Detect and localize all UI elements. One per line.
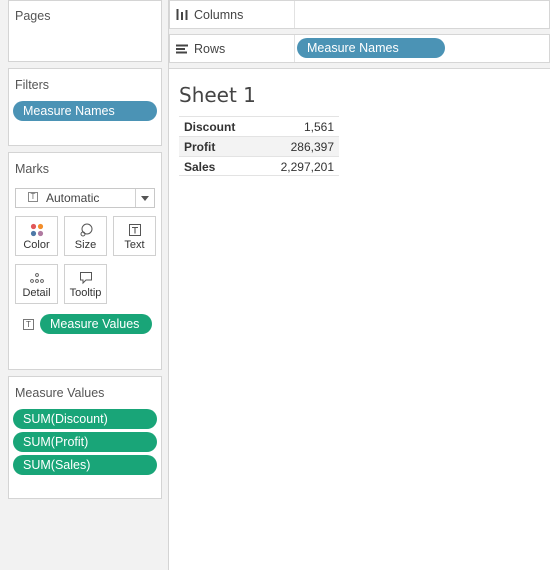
table-row[interactable]: Profit 286,397	[179, 136, 339, 156]
rows-shelf[interactable]: Rows Measure Names	[169, 34, 550, 63]
tooltip-button[interactable]: Tooltip	[64, 264, 107, 304]
measure-values-card: Measure Values SUM(Discount) SUM(Profit)…	[8, 376, 162, 499]
table-row[interactable]: Sales 2,297,201	[179, 156, 339, 176]
row-header: Sales	[184, 160, 216, 174]
filters-title: Filters	[15, 78, 50, 92]
columns-label: Columns	[194, 7, 244, 22]
measure-values-title: Measure Values	[15, 386, 105, 400]
filter-pill-measure-names[interactable]: Measure Names	[13, 101, 157, 121]
mark-type-value: Automatic	[46, 191, 100, 205]
text-mark-icon: T	[28, 192, 38, 202]
columns-shelf-divider	[294, 1, 295, 28]
detail-label: Detail	[22, 287, 51, 299]
measure-pill-sum-sales[interactable]: SUM(Sales)	[13, 455, 157, 475]
rows-shelf-divider	[294, 35, 295, 62]
columns-icon	[176, 9, 188, 20]
size-label: Size	[74, 239, 97, 251]
marks-title: Marks	[15, 162, 50, 176]
marks-text-pill-measure-values[interactable]: Measure Values	[40, 314, 152, 334]
pages-title: Pages	[15, 9, 51, 23]
text-icon	[128, 224, 141, 236]
rows-shelf-label: Rows	[176, 35, 225, 62]
columns-shelf[interactable]: Columns	[169, 0, 550, 29]
table-row[interactable]: Discount 1,561	[179, 116, 339, 136]
filters-card: Filters Measure Names	[8, 68, 162, 146]
mark-type-dropdown[interactable]: T Automatic	[15, 188, 155, 208]
text-label: Text	[124, 239, 145, 251]
measure-pill-sum-profit[interactable]: SUM(Profit)	[13, 432, 157, 452]
text-table: Discount 1,561 Profit 286,397 Sales 2,29…	[179, 116, 339, 176]
tooltip-icon	[79, 272, 92, 285]
text-button[interactable]: Text	[113, 216, 156, 256]
size-icon	[80, 223, 92, 237]
size-button[interactable]: Size	[64, 216, 107, 256]
marks-card: Marks T Automatic Color Size Text Detail…	[8, 152, 162, 370]
rows-icon	[176, 44, 188, 53]
pages-card: Pages	[8, 0, 162, 62]
sheet-title: Sheet 1	[179, 83, 256, 107]
measure-pill-sum-discount[interactable]: SUM(Discount)	[13, 409, 157, 429]
rows-label: Rows	[194, 41, 226, 56]
tooltip-label: Tooltip	[69, 287, 102, 299]
row-value: 2,297,201	[280, 160, 334, 174]
row-header: Profit	[184, 140, 216, 154]
detail-button[interactable]: Detail	[15, 264, 58, 304]
row-value: 286,397	[290, 140, 334, 154]
color-icon	[30, 223, 43, 237]
chevron-down-icon[interactable]	[141, 196, 149, 201]
color-label: Color	[23, 239, 50, 251]
row-header: Discount	[184, 120, 236, 134]
color-button[interactable]: Color	[15, 216, 58, 256]
row-value: 1,561	[303, 120, 334, 134]
text-encoding-icon: T	[23, 319, 34, 330]
dropdown-divider	[135, 189, 136, 207]
columns-shelf-label: Columns	[176, 1, 243, 28]
rows-pill-measure-names[interactable]: Measure Names	[297, 38, 445, 58]
detail-icon	[29, 273, 44, 283]
